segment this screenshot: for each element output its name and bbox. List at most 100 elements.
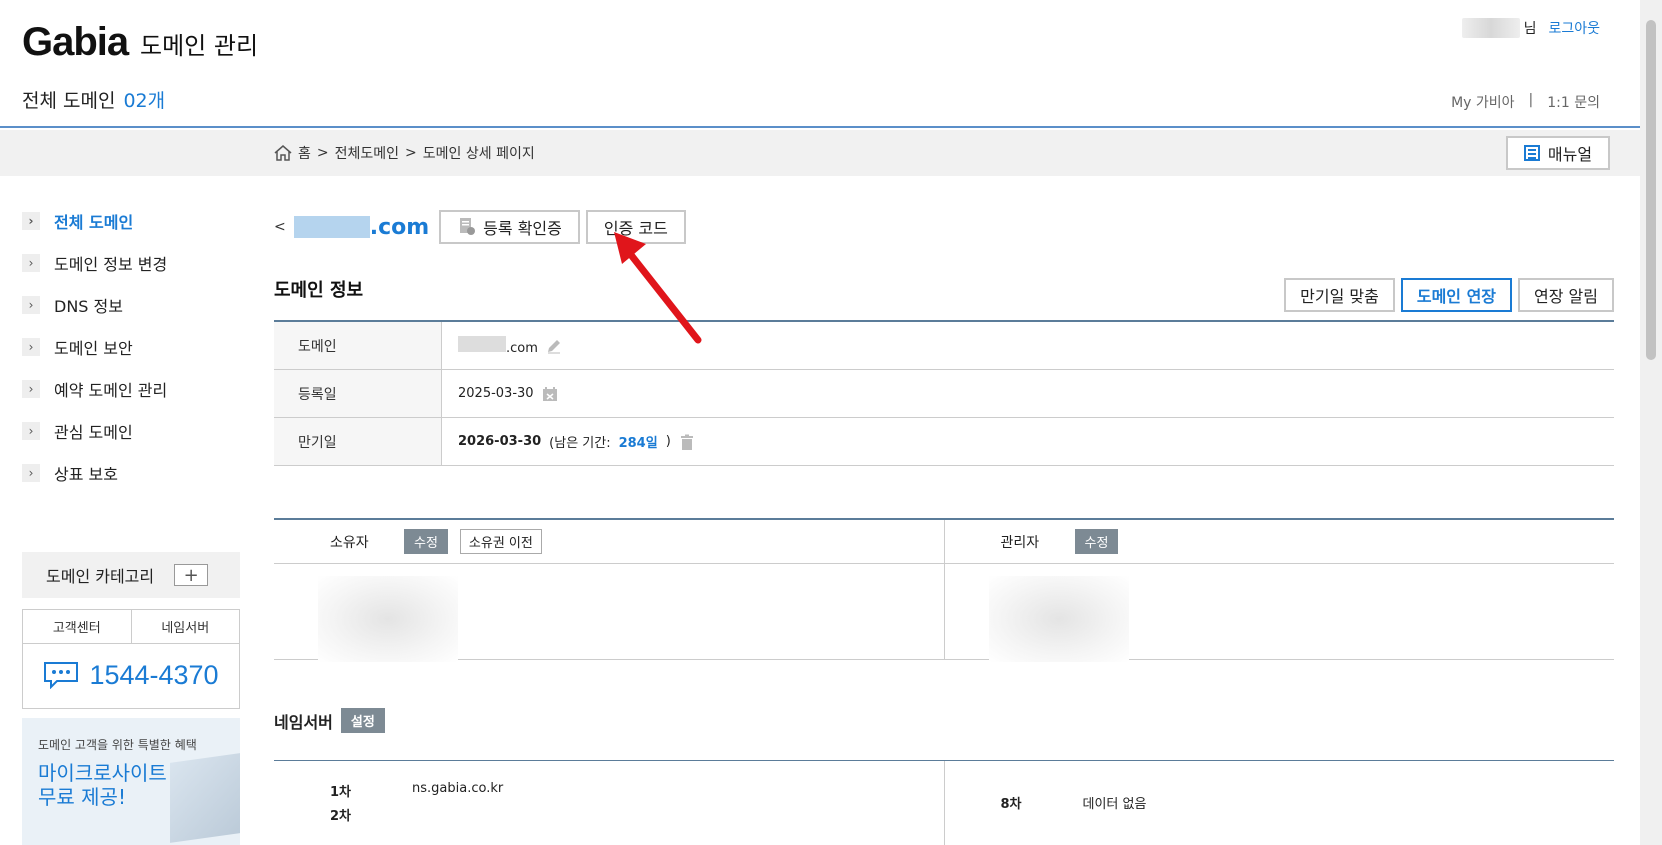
gabia-logo[interactable]: Gabia [22,20,129,65]
align-expiry-button[interactable]: 만기일 맞춤 [1284,278,1395,312]
admin-info-redacted [988,576,1129,662]
chat-bubble-icon [44,662,79,689]
domain-tld: .com [369,214,430,240]
inquiry-link[interactable]: 1:1 문의 [1547,92,1600,112]
domain-value-redacted [458,335,506,352]
top-header: Gabia 도메인 관리 전체 도메인 02개 님 로그아웃 My 가비아 | 1… [0,0,1662,128]
breadcrumb-detail: 도메인 상세 페이지 [422,146,535,162]
pencil-icon[interactable] [546,338,562,354]
sidebar-item-label: 도메인 보안 [54,339,133,358]
sidebar-item-domain-info[interactable]: › 도메인 정보 변경 [22,242,240,284]
vertical-scrollbar[interactable] [1640,0,1662,845]
manual-button-label: 매뉴얼 [1547,145,1593,164]
remaining-suffix: ) [665,434,671,449]
calendar-icon[interactable] [542,386,558,402]
chevron-right-icon: › [22,338,40,356]
breadcrumb-home[interactable]: 홈 [298,143,311,163]
domain-actions: 만기일 맞춤 도메인 연장 연장 알림 [1284,278,1614,312]
admin-column: 관리자 수정 [944,520,1614,662]
nameserver-table: 1차 ns.gabia.co.kr 2차 8차 데이터 없음 [274,760,1614,845]
microsite-promo-banner[interactable]: 도메인 고객을 위한 특별한 혜택 마이크로사이트 무료 제공! [22,718,240,845]
nameserver-order: 1차 [330,785,352,800]
sidebar-item-label: 관심 도메인 [54,423,133,442]
logout-link[interactable]: 로그아웃 [1548,18,1600,38]
renew-domain-button[interactable]: 도메인 연장 [1400,278,1513,312]
site-title: 도메인 관리 [140,32,259,60]
user-suffix: 님 [1523,21,1537,37]
registration-certificate-button[interactable]: 등록 확인증 [439,210,580,244]
renewal-notify-button[interactable]: 연장 알림 [1518,278,1614,312]
support-box: 고객센터 네임서버 1544-4370 [22,609,240,709]
admin-label: 관리자 [1000,534,1040,551]
my-gabia-link[interactable]: My 가비아 [1451,92,1514,112]
domain-category-box: 도메인 카테고리 + [22,552,240,598]
owner-info-redacted [318,576,458,662]
top-links: My 가비아 | 1:1 문의 [1451,92,1600,112]
promo-illustration [170,753,240,843]
breadcrumb-all-domains[interactable]: 전체도메인 [335,143,399,163]
trash-icon[interactable] [679,434,695,450]
contact-table: 소유자 수정 소유권 이전 관리자 수정 [274,518,1614,662]
support-phone-number: 1544-4370 [89,659,219,690]
ownership-transfer-button[interactable]: 소유권 이전 [459,529,542,554]
sidebar-item-label: 상표 보호 [54,465,118,484]
domain-name-redacted [293,216,370,238]
chevron-right-icon: › [22,380,40,398]
sidebar-item-dns[interactable]: › DNS 정보 [22,284,240,326]
tab-nameserver[interactable]: 네임서버 [132,610,240,643]
username-redacted [1461,18,1520,38]
total-domains-count: 02개 [123,90,166,112]
owner-edit-button[interactable]: 수정 [404,529,448,554]
phone-row: 1544-4370 [23,644,239,706]
registration-date-value: 2025-03-30 [442,370,1614,417]
chevron-right-icon: › [22,422,40,440]
sidebar: › 전체 도메인 › 도메인 정보 변경 › DNS 정보 › 도메인 보안 › 예약 도… [22,200,240,494]
top-links-separator: | [1528,92,1534,108]
nameserver-title: 네임서버 [274,712,333,732]
sidebar-item-reserved[interactable]: › 예약 도메인 관리 [22,368,240,410]
admin-edit-button[interactable]: 수정 [1074,529,1119,554]
nameserver-setting-button[interactable]: 설정 [340,708,385,733]
domain-category-label: 도메인 카테고리 [46,567,155,586]
table-row: 만기일 2026-03-30 (남은 기간: 284일 ) [274,418,1614,466]
list-item: 8차 데이터 없음 [1001,793,1147,812]
total-domains-label: 전체 도메인 02개 [22,86,165,113]
domain-value-text: .com [458,335,538,356]
sidebar-item-all-domains[interactable]: › 전체 도메인 [22,200,240,242]
tab-customer-center[interactable]: 고객센터 [23,610,132,643]
promo-subtitle: 도메인 고객을 위한 특별한 혜택 [38,738,197,752]
nameserver-value: 데이터 없음 [1082,797,1147,812]
sidebar-item-interest[interactable]: › 관심 도메인 [22,410,240,452]
list-item: 1차 ns.gabia.co.kr [330,781,503,800]
manual-button[interactable]: 매뉴얼 [1506,136,1610,170]
document-icon [1523,145,1540,161]
sidebar-item-trademark[interactable]: › 상표 보호 [22,452,240,494]
support-tabs: 고객센터 네임서버 [23,610,239,644]
remaining-days: 284일 [618,436,658,451]
home-icon[interactable] [274,145,292,161]
nameserver-order: 2차 [330,809,352,824]
domain-value-tld: .com [506,340,538,356]
registration-date-label: 등록일 [274,370,442,417]
domain-info-table: 도메인 .com 등록일 2025-03-30 만기일 2026-03-30 (… [274,320,1614,466]
domain-row-label: 도메인 [274,322,442,369]
total-domains-text: 전체 도메인 [22,90,116,112]
breadcrumb: 홈 > 전체도메인 > 도메인 상세 페이지 [274,143,535,163]
sidebar-item-label: 예약 도메인 관리 [54,381,168,400]
add-category-button[interactable]: + [174,564,209,586]
list-item: 2차 [330,805,360,824]
chevron-right-icon: › [22,212,40,230]
breadcrumb-sep-2: > [405,145,417,161]
chevron-right-icon: › [22,296,40,314]
sidebar-item-label: 도메인 정보 변경 [54,255,168,274]
chevron-right-icon: › [22,464,40,482]
sidebar-item-security[interactable]: › 도메인 보안 [22,326,240,368]
back-link[interactable]: < [274,219,286,235]
scrollbar-thumb[interactable] [1646,20,1656,360]
admin-header: 관리자 수정 [944,520,1614,564]
owner-label: 소유자 [330,534,369,551]
promo-title: 마이크로사이트 무료 제공! [38,761,167,809]
user-area: 님 로그아웃 [1461,18,1600,38]
table-row: 등록일 2025-03-30 [274,370,1614,418]
domain-info-title: 도메인 정보 [274,280,364,301]
